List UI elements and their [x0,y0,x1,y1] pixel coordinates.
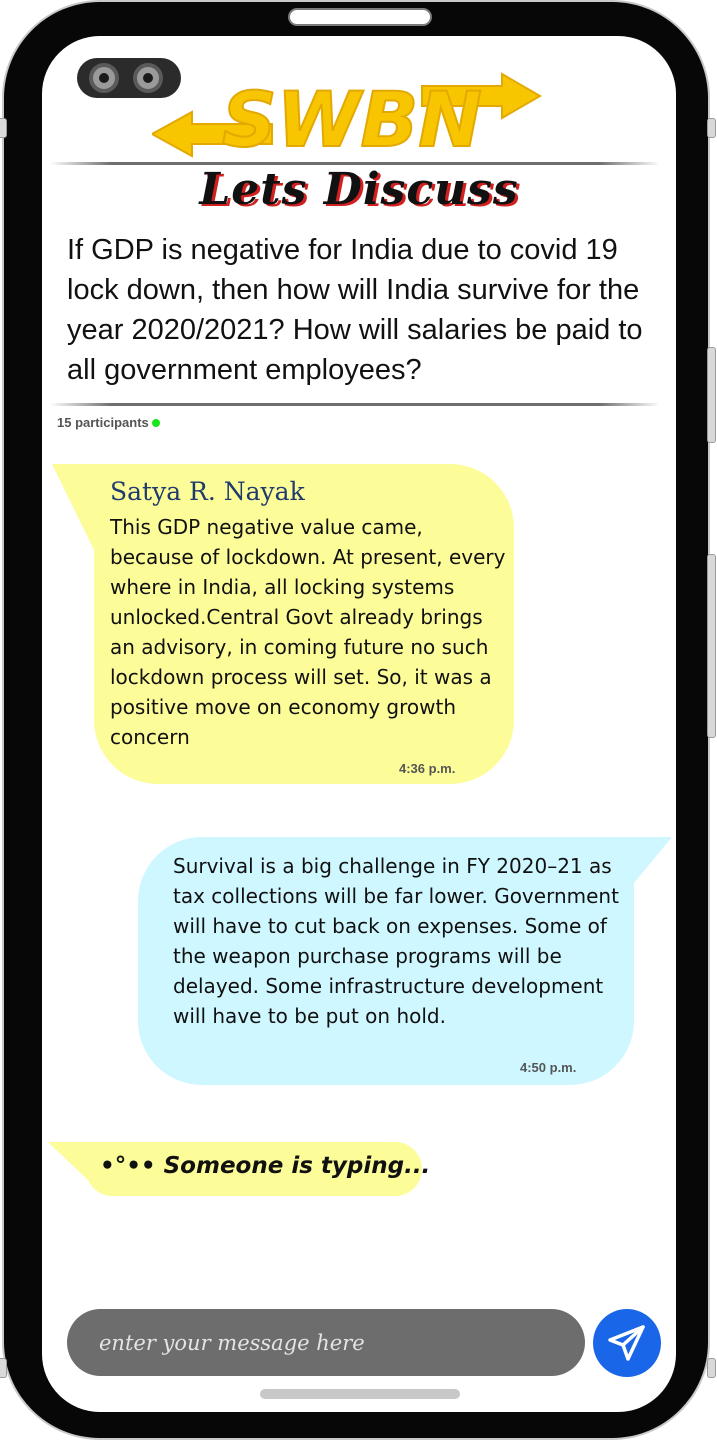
side-button-left-lower [0,1358,7,1378]
header-divider-bottom [50,403,660,406]
participants-count: 15 participants [57,415,160,430]
send-button[interactable] [593,1309,661,1377]
typing-indicator-text: •°•• Someone is typing... [100,1153,431,1179]
online-status-icon [151,419,160,427]
message-text-incoming: This GDP negative value came, because of… [110,515,506,749]
message-timestamp-incoming: 4:36 p.m. [399,761,456,776]
message-timestamp-outgoing: 4:50 p.m. [520,1060,577,1075]
power-button-right [707,554,716,738]
side-button-right-top [707,118,716,138]
side-button-left [0,118,7,138]
page-title: Lets Discuss [199,164,519,215]
speaker-grille [288,8,432,26]
brand-logo: SWBN [152,72,542,162]
volume-button-right [707,347,716,443]
side-button-right-bottom [707,1358,716,1378]
message-composer [67,1309,585,1376]
camera-lens-icon [89,63,119,93]
message-input[interactable] [97,1323,561,1363]
participants-label: 15 participants [57,415,149,430]
discussion-question: If GDP is negative for India due to covi… [67,234,643,386]
home-indicator[interactable] [260,1389,460,1399]
chat-screen: SWBN Lets Discuss If GDP is negative for… [42,36,676,1412]
message-text-outgoing: Survival is a big challenge in FY 2020–2… [173,854,619,1028]
message-sender: Satya R. Nayak [110,477,305,506]
logo-text: SWBN [222,75,482,162]
paper-plane-icon [608,1325,645,1361]
